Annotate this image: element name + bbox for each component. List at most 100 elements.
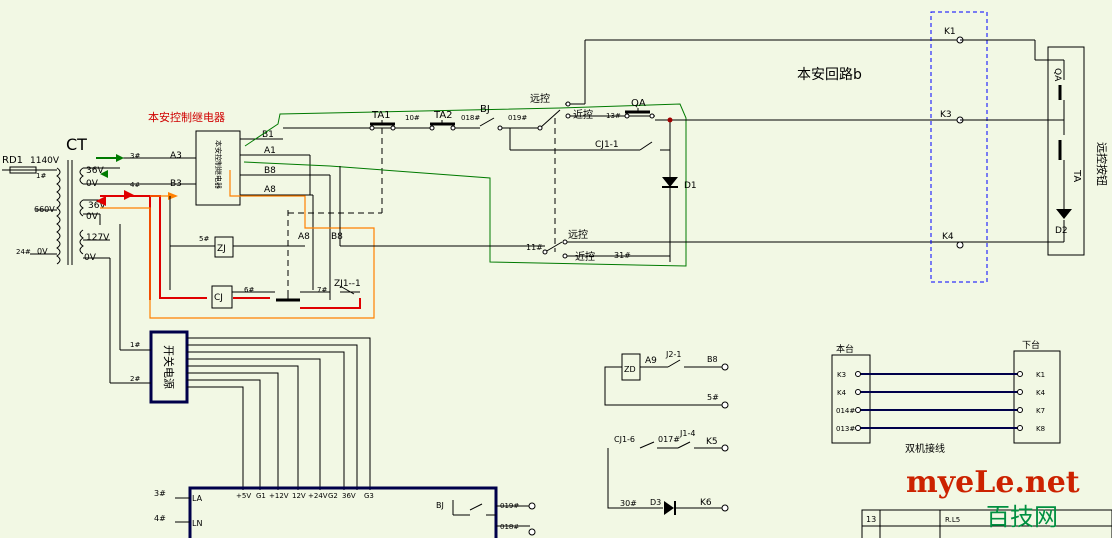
ta-contacts — [369, 36, 964, 249]
la-label: LA — [192, 494, 203, 503]
k1-label: K1 — [944, 27, 956, 37]
n31-label: 31# — [614, 251, 631, 260]
n5-label: 5# — [199, 235, 209, 243]
b3-label: B3 — [170, 179, 182, 189]
right-term: K7 — [1036, 407, 1045, 415]
k3-label: K3 — [940, 110, 952, 120]
orange-wire — [100, 170, 375, 319]
xia-label: 下台 — [1022, 339, 1040, 351]
n017-label: 017# — [658, 435, 680, 444]
b8-label: B8 — [264, 166, 276, 176]
left-term: K3 — [837, 371, 846, 379]
v0-label-c: 0V — [86, 212, 99, 222]
near2-label: 近控 — [575, 250, 595, 263]
top-control-line — [283, 39, 960, 151]
k5-label: K5 — [706, 437, 718, 447]
j14-label: J1-4 — [679, 429, 695, 438]
watermark-cn: 百技网 — [986, 503, 1058, 531]
b8c-label: B8 — [707, 355, 718, 364]
b1-label: B1 — [262, 130, 274, 140]
rail-label: 36V — [342, 492, 356, 500]
dual-label: 双机接线 — [905, 442, 945, 455]
rail-labels: +5V G1 +12V 12V +24V G2 36V G3 — [236, 492, 374, 500]
n019-label: 019# — [508, 114, 527, 122]
remote1-label: 远控 — [530, 92, 550, 105]
b8b-label: B8 — [331, 232, 343, 242]
dual-link-lines — [858, 373, 1020, 429]
a8b-label: A8 — [298, 232, 310, 242]
n018b-label: 018# — [500, 523, 519, 531]
n11-label: 11# — [526, 243, 543, 252]
left-term: 013# — [836, 425, 855, 433]
qa-label: QA — [631, 98, 646, 109]
n24-label: 24# — [16, 248, 31, 256]
k4-label: K4 — [942, 232, 954, 242]
left-term: K4 — [837, 389, 847, 397]
circuit-diagram: CT RD1 1140V 1# 660V 0V 24# 36V 0V 36V 0… — [2, 11, 1112, 538]
relay-title: 本安控制继电器 — [148, 110, 225, 124]
remote-btn-label: 远控按钮 — [1095, 142, 1109, 186]
n30-label: 30# — [620, 499, 637, 508]
rail-label: 12V — [292, 492, 306, 500]
d3-diode — [664, 501, 674, 515]
qa-r-label: QA — [1052, 68, 1062, 82]
v127-label: 127V — [86, 233, 110, 243]
zj1-label: ZJ1--1 — [334, 279, 361, 289]
left-term: 014# — [836, 407, 855, 415]
a8-label: A8 — [264, 185, 276, 195]
ta2-label: TA2 — [433, 110, 453, 121]
n2-label: 2# — [130, 375, 140, 383]
relay-box-label: 本安控制继电器 — [214, 140, 223, 189]
n018-label: 018# — [461, 114, 480, 122]
n3-label: 3# — [130, 152, 140, 160]
bj2-label: BJ — [436, 501, 444, 510]
rail-label: G2 — [328, 492, 338, 500]
k6-label: K6 — [700, 498, 712, 508]
lower-control-line — [339, 166, 960, 257]
ta1-label: TA1 — [371, 110, 391, 121]
n3b-label: 3# — [154, 489, 166, 498]
right-term: K4 — [1036, 389, 1046, 397]
rail-label: +5V — [236, 492, 251, 500]
red-arrow-right — [124, 190, 134, 200]
v0-label-b: 0V — [86, 179, 99, 189]
d3-label: D3 — [650, 498, 661, 507]
loop-label: 本安回路b — [797, 67, 862, 83]
v0-label-d: 0V — [84, 253, 97, 263]
a9-label: A9 — [645, 356, 657, 366]
ta-r-label: TA — [1071, 169, 1082, 182]
n019b-label: 019# — [500, 502, 519, 510]
n6-label: 6# — [244, 286, 254, 294]
watermark-site: myeLe.net — [906, 465, 1080, 500]
ln-label: LN — [192, 519, 202, 528]
n5b-label: 5# — [707, 393, 719, 402]
n7-label: 7# — [317, 286, 327, 294]
rd1-label: RD1 — [2, 155, 23, 166]
cj11-label: CJ1-1 — [595, 140, 619, 150]
ct-label: CT — [66, 135, 87, 154]
zj-label: ZJ — [217, 244, 226, 254]
v1140-label: 1140V — [30, 156, 60, 166]
bj-label: BJ — [480, 104, 490, 115]
d2-label: D2 — [1055, 226, 1068, 236]
near1-label: 近控 — [573, 108, 593, 121]
psu-label: 开关电源 — [162, 345, 176, 389]
coil-wires — [169, 196, 360, 293]
zd-label: ZD — [624, 365, 636, 374]
zd-wires — [604, 359, 722, 406]
a1-label: A1 — [264, 146, 276, 156]
small-1-label: 1# — [36, 172, 46, 180]
ben-label: 本台 — [836, 343, 854, 355]
tbl-13: 13 — [866, 515, 876, 524]
right-term: K1 — [1036, 371, 1045, 379]
rail-label: +24V — [308, 492, 328, 500]
v0-label-a: 0V — [37, 247, 48, 256]
n13-label: 13# — [606, 112, 621, 120]
a3-label: A3 — [170, 151, 182, 161]
v660-label: 660V — [34, 205, 55, 214]
n4b-label: 4# — [154, 514, 166, 523]
right-term: K8 — [1036, 425, 1045, 433]
remote2-label: 远控 — [568, 228, 588, 241]
d1-diode — [662, 117, 678, 262]
cj-label: CJ — [214, 293, 223, 303]
